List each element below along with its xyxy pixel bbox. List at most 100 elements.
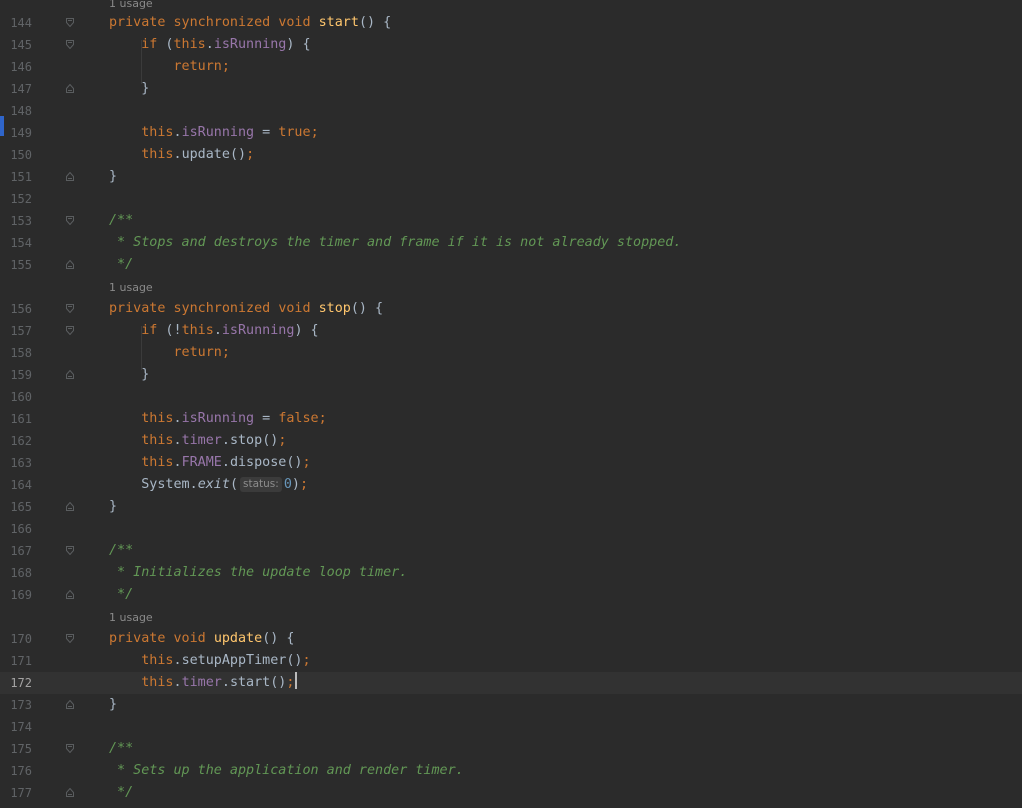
code-line[interactable]: 150 this.update();: [0, 144, 1022, 166]
code-line[interactable]: 155 */: [0, 254, 1022, 276]
usage-hint[interactable]: 1 usage: [109, 607, 309, 629]
code-line[interactable]: 157 if (!this.isRunning) {: [0, 320, 1022, 342]
fold-collapse-icon[interactable]: [66, 304, 74, 313]
code-line[interactable]: 154 * Stops and destroys the timer and f…: [0, 232, 1022, 254]
keyword: if: [141, 37, 158, 52]
fold-collapse-icon[interactable]: [66, 18, 74, 27]
number-literal: 0: [283, 477, 292, 492]
code-line[interactable]: 159 }: [0, 364, 1022, 386]
code-line[interactable]: 176 * Sets up the application and render…: [0, 760, 1022, 782]
doc-comment: /**: [109, 543, 134, 558]
line-number: 171: [10, 654, 32, 668]
method-call: dispose: [229, 455, 287, 470]
line-number: 172: [10, 676, 32, 690]
code-line[interactable]: 165 }: [0, 496, 1022, 518]
fold-end-icon[interactable]: [66, 84, 74, 93]
code-line[interactable]: 170 private void update() {: [0, 628, 1022, 650]
fold-collapse-icon[interactable]: [66, 326, 74, 335]
line-number: 151: [10, 170, 32, 184]
line-number: 152: [10, 192, 32, 206]
code-line[interactable]: 153 /**: [0, 210, 1022, 232]
fold-end-icon[interactable]: [66, 502, 74, 511]
method-name: update: [213, 631, 263, 646]
doc-comment: */: [109, 587, 134, 602]
code-line[interactable]: 146 return;: [0, 56, 1022, 78]
line-number: 155: [10, 258, 32, 272]
keyword: false: [278, 411, 319, 426]
fold-end-icon[interactable]: [66, 260, 74, 269]
code-line[interactable]: 167 /**: [0, 540, 1022, 562]
code-line[interactable]: 160: [0, 386, 1022, 408]
line-number: 161: [10, 412, 32, 426]
field: isRunning: [181, 411, 255, 426]
line-number: 157: [10, 324, 32, 338]
method-name: start: [318, 15, 359, 30]
current-code-line[interactable]: 172 this.timer.start();: [0, 672, 1022, 694]
text-caret: [295, 672, 298, 689]
field: FRAME: [181, 455, 222, 470]
line-number: 170: [10, 632, 32, 646]
fold-collapse-icon[interactable]: [66, 216, 74, 225]
code-line[interactable]: 171 this.setupAppTimer();: [0, 650, 1022, 672]
fold-collapse-icon[interactable]: [66, 40, 74, 49]
keyword: this: [181, 323, 214, 338]
code-editor[interactable]: 1 usage 144 private synchronized void st…: [0, 0, 1022, 808]
code-line[interactable]: 149 this.isRunning = true;: [0, 122, 1022, 144]
fold-collapse-icon[interactable]: [66, 744, 74, 753]
doc-comment: * Sets up the application and render tim…: [109, 763, 464, 778]
method-call: update: [181, 147, 230, 162]
line-number: 177: [10, 786, 32, 800]
field: timer: [181, 433, 222, 448]
code-line[interactable]: 174: [0, 716, 1022, 738]
keyword: this: [141, 675, 174, 690]
fold-collapse-icon[interactable]: [66, 546, 74, 555]
code-line[interactable]: 173 }: [0, 694, 1022, 716]
field: isRunning: [213, 37, 287, 52]
code-line[interactable]: 166: [0, 518, 1022, 540]
keyword: void: [278, 15, 311, 30]
method-call: setupAppTimer: [181, 653, 287, 668]
code-line[interactable]: 168 * Initializes the update loop timer.: [0, 562, 1022, 584]
line-number: 163: [10, 456, 32, 470]
code-line[interactable]: 147 }: [0, 78, 1022, 100]
keyword: this: [141, 147, 174, 162]
line-number: 147: [10, 82, 32, 96]
fold-end-icon[interactable]: [66, 590, 74, 599]
keyword: this: [141, 125, 174, 140]
fold-collapse-icon[interactable]: [66, 634, 74, 643]
parameter-hint: status:: [240, 477, 282, 492]
code-line[interactable]: 177 */: [0, 782, 1022, 804]
code-line[interactable]: 156 private synchronized void stop() {: [0, 298, 1022, 320]
fold-end-icon[interactable]: [66, 700, 74, 709]
usage-hint[interactable]: 1 usage: [109, 277, 309, 299]
fold-end-icon[interactable]: [66, 788, 74, 797]
line-number: 174: [10, 720, 32, 734]
code-line[interactable]: 164 System.exit(status: 0);: [0, 474, 1022, 496]
fold-end-icon[interactable]: [66, 370, 74, 379]
code-line[interactable]: 175 /**: [0, 738, 1022, 760]
keyword: return;: [173, 345, 230, 360]
code-line[interactable]: 151 }: [0, 166, 1022, 188]
line-number: 158: [10, 346, 32, 360]
code-line[interactable]: 169 */: [0, 584, 1022, 606]
line-number: 168: [10, 566, 32, 580]
code-line[interactable]: 145 if (this.isRunning) {: [0, 34, 1022, 56]
code-line[interactable]: 158 return;: [0, 342, 1022, 364]
field: timer: [181, 675, 222, 690]
line-number: 148: [10, 104, 32, 118]
code-line[interactable]: 162 this.timer.stop();: [0, 430, 1022, 452]
code-line[interactable]: 161 this.isRunning = false;: [0, 408, 1022, 430]
line-number: 175: [10, 742, 32, 756]
keyword: void: [278, 301, 311, 316]
line-number: 153: [10, 214, 32, 228]
code-line[interactable]: 144 private synchronized void start() {: [0, 12, 1022, 34]
code-line[interactable]: 152: [0, 188, 1022, 210]
keyword: this: [141, 433, 174, 448]
line-number: 150: [10, 148, 32, 162]
fold-end-icon[interactable]: [66, 172, 74, 181]
code-line[interactable]: 163 this.FRAME.dispose();: [0, 452, 1022, 474]
doc-comment: */: [109, 257, 134, 272]
code-line[interactable]: 148: [0, 100, 1022, 122]
keyword: synchronized: [173, 15, 271, 30]
keyword: if: [141, 323, 158, 338]
